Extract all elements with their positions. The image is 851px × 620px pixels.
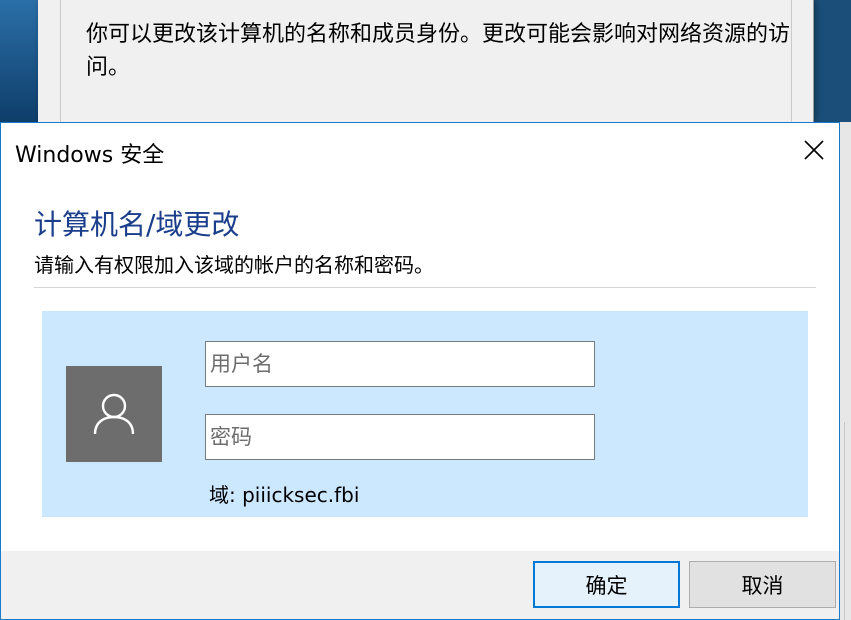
- cancel-button[interactable]: 取消: [689, 561, 836, 608]
- user-avatar: [66, 366, 162, 462]
- desktop-background: [0, 0, 38, 122]
- dialog-footer: 确定 取消: [1, 551, 839, 619]
- windows-security-dialog: Windows 安全 计算机名/域更改 请输入有权限加入该域的帐户的名称和密码。…: [0, 122, 840, 620]
- divider: [844, 422, 845, 620]
- background-window-edge: [840, 122, 851, 620]
- password-input[interactable]: [205, 414, 595, 460]
- ok-button[interactable]: 确定: [533, 561, 680, 608]
- domain-label: 域: piiicksec.fbi: [209, 483, 360, 507]
- dialog-instructions: 请输入有权限加入该域的帐户的名称和密码。: [34, 253, 434, 277]
- heading-divider: [34, 287, 816, 288]
- computer-name-description: 你可以更改该计算机的名称和成员身份。更改可能会影响对网络资源的访问。: [86, 22, 791, 80]
- dialog-title: Windows 安全: [15, 143, 165, 168]
- user-avatar-icon: [93, 393, 135, 435]
- username-input[interactable]: [205, 341, 595, 387]
- close-icon: [804, 140, 824, 160]
- dialog-heading: 计算机名/域更改: [34, 208, 240, 241]
- credential-tile: 域: piiicksec.fbi: [42, 311, 808, 517]
- close-button[interactable]: [791, 129, 837, 171]
